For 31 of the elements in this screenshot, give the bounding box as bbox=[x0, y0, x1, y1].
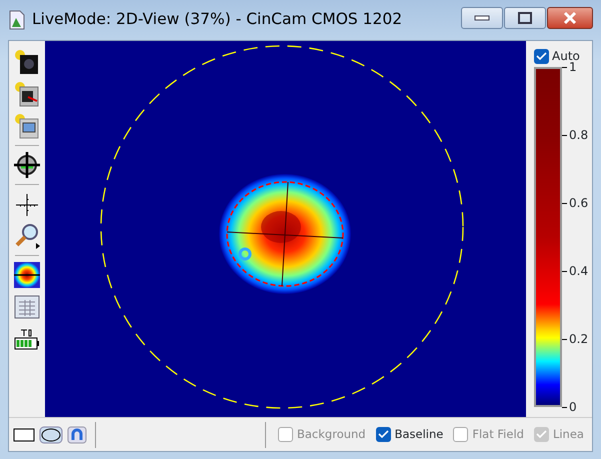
maximize-icon bbox=[517, 11, 533, 25]
crosshair-icon[interactable] bbox=[14, 152, 40, 178]
window-title: LiveMode: 2D-View (37%) - CinCam CMOS 1202 bbox=[32, 9, 402, 30]
checkbox-label: Flat Field bbox=[472, 426, 524, 443]
scale-tick-label: 0.2 bbox=[562, 332, 588, 346]
checkbox[interactable] bbox=[534, 48, 549, 64]
scale-tick-label: 0.4 bbox=[562, 264, 588, 278]
checkbox-label: Baseline bbox=[394, 426, 444, 443]
checkbox-label: Auto bbox=[552, 48, 580, 63]
heatmap-icon[interactable] bbox=[14, 262, 40, 288]
zoom-icon[interactable] bbox=[14, 223, 40, 249]
checkbox-label: Linea bbox=[552, 426, 584, 443]
scale-tick-label: 0.6 bbox=[562, 196, 588, 210]
scale-tick-label: 0 bbox=[562, 400, 588, 414]
ellipse-icon[interactable] bbox=[39, 426, 63, 444]
scale-tick-label: 1 bbox=[562, 60, 588, 74]
minimize-icon bbox=[474, 15, 490, 21]
checkbox-label: Background bbox=[297, 426, 366, 443]
camera-icon[interactable] bbox=[14, 49, 40, 75]
close-button[interactable] bbox=[547, 7, 593, 29]
minimize-button[interactable] bbox=[461, 7, 503, 29]
camera-settings-icon[interactable] bbox=[14, 81, 40, 107]
rectangle-icon[interactable] bbox=[13, 426, 35, 442]
monitor-icon[interactable] bbox=[14, 113, 40, 139]
table-icon[interactable] bbox=[14, 294, 40, 320]
checkbox[interactable] bbox=[376, 427, 391, 442]
close-icon bbox=[562, 11, 578, 25]
scale-tick-label: 0.8 bbox=[562, 128, 588, 142]
axes-icon[interactable] bbox=[14, 191, 40, 217]
maximize-button[interactable] bbox=[504, 7, 546, 29]
app-icon bbox=[8, 10, 26, 30]
